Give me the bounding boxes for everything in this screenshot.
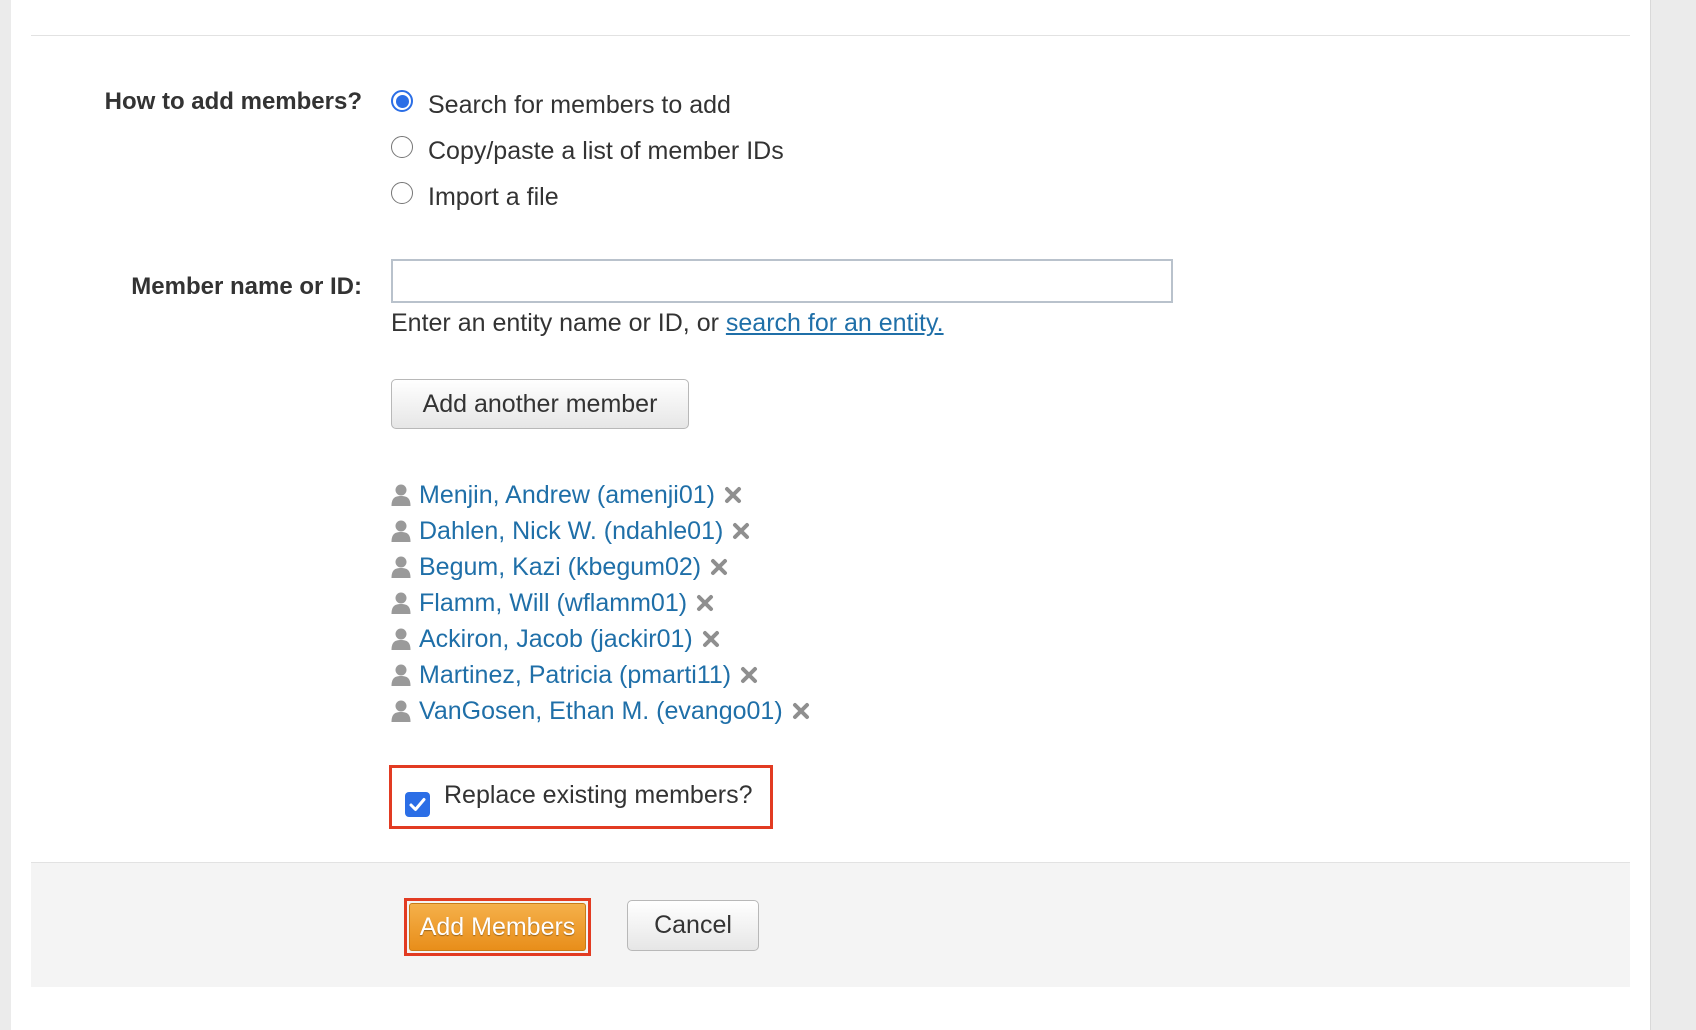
add-members-button[interactable]: Add Members [409,903,586,951]
person-icon [391,628,411,650]
radio-label-copy-paste: Copy/paste a list of member IDs [428,136,784,165]
radio-option-import-file[interactable]: Import a file [391,174,784,220]
member-item: Begum, Kazi (kbegum02) [391,549,810,585]
member-item: Martinez, Patricia (pmarti11) [391,657,810,693]
radio-button-copy-paste[interactable] [391,136,413,158]
remove-member-icon[interactable] [740,666,758,684]
member-item: Flamm, Will (wflamm01) [391,585,810,621]
member-link[interactable]: Martinez, Patricia (pmarti11) [419,661,731,690]
cancel-button[interactable]: Cancel [627,900,759,951]
member-item: Ackiron, Jacob (jackir01) [391,621,810,657]
how-to-add-radio-group: Search for members to add Copy/paste a l… [391,82,784,220]
remove-member-icon[interactable] [696,594,714,612]
radio-label-search: Search for members to add [428,90,731,119]
member-link[interactable]: Begum, Kazi (kbegum02) [419,553,701,582]
remove-member-icon[interactable] [724,486,742,504]
form-page: How to add members? Search for members t… [11,0,1651,1030]
member-item: Menjin, Andrew (amenji01) [391,477,810,513]
form-footer: Add Members Cancel [31,862,1630,987]
member-link[interactable]: VanGosen, Ethan M. (evango01) [419,697,783,726]
member-item: VanGosen, Ethan M. (evango01) [391,693,810,729]
member-link[interactable]: Flamm, Will (wflamm01) [419,589,687,618]
radio-button-search[interactable] [391,90,413,112]
replace-existing-label: Replace existing members? [444,781,753,809]
remove-member-icon[interactable] [710,558,728,576]
person-icon [391,556,411,578]
search-entity-link[interactable]: search for an entity. [726,309,944,337]
radio-option-copy-paste[interactable]: Copy/paste a list of member IDs [391,128,784,174]
member-link[interactable]: Dahlen, Nick W. (ndahle01) [419,517,723,546]
member-item: Dahlen, Nick W. (ndahle01) [391,513,810,549]
member-link[interactable]: Ackiron, Jacob (jackir01) [419,625,693,654]
add-members-highlight: Add Members [404,898,591,956]
member-link[interactable]: Menjin, Andrew (amenji01) [419,481,715,510]
checkmark-icon [409,798,426,811]
radio-button-import-file[interactable] [391,182,413,204]
how-to-add-label: How to add members? [104,88,362,115]
member-name-input[interactable] [391,259,1173,303]
member-help-text: Enter an entity name or ID, or search fo… [391,309,944,338]
help-text-prefix: Enter an entity name or ID, or [391,309,726,337]
remove-member-icon[interactable] [702,630,720,648]
person-icon [391,700,411,722]
person-icon [391,664,411,686]
member-list: Menjin, Andrew (amenji01) Dahlen, Nick W.… [391,477,810,729]
member-name-label: Member name or ID: [131,273,362,300]
person-icon [391,592,411,614]
top-divider [31,35,1630,36]
replace-existing-highlight: Replace existing members? [389,765,773,829]
replace-existing-checkbox[interactable] [405,792,430,817]
person-icon [391,520,411,542]
radio-label-import-file: Import a file [428,182,559,211]
person-icon [391,484,411,506]
radio-option-search[interactable]: Search for members to add [391,82,784,128]
remove-member-icon[interactable] [792,702,810,720]
add-another-member-button[interactable]: Add another member [391,379,689,429]
remove-member-icon[interactable] [732,522,750,540]
